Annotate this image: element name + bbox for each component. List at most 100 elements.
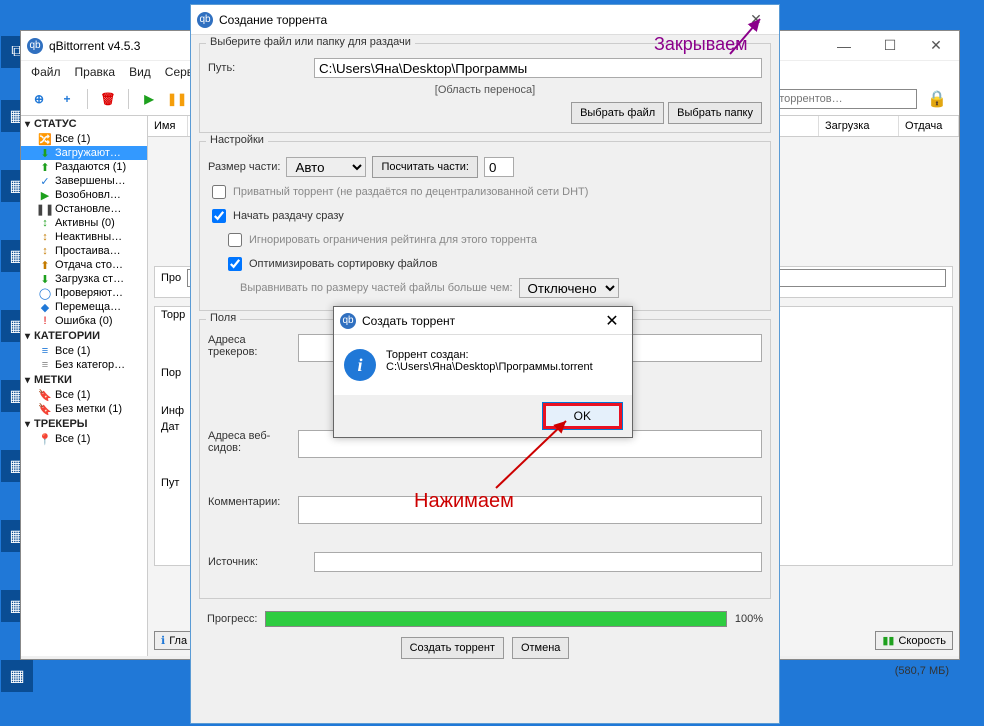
search-input[interactable] xyxy=(765,89,917,109)
sidebar-status-item[interactable]: ◆Перемеща… xyxy=(21,300,147,314)
col-upload[interactable]: Отдача xyxy=(899,116,959,136)
sidebar-status-item[interactable]: ❚❚ Остановле… xyxy=(21,202,147,216)
label-dat: Дат xyxy=(161,421,179,433)
sidebar-category-item[interactable]: ≡Без категор… xyxy=(21,358,147,372)
sidebar-section-categories[interactable]: ▾КАТЕГОРИИ xyxy=(21,328,147,344)
pause-button[interactable]: ❚❚ xyxy=(165,87,189,111)
sidebar-status-icon: ⬆ xyxy=(39,161,51,173)
sidebar-status-label: Возобновл… xyxy=(55,189,121,201)
general-tab-button[interactable]: ℹГла xyxy=(154,631,194,650)
sidebar-status-item[interactable]: ↕Активны (0) xyxy=(21,216,147,230)
sidebar-status-label: Загружают… xyxy=(55,147,121,159)
annotation-arrow-press xyxy=(496,418,576,488)
progress-bar xyxy=(265,611,726,627)
cancel-button[interactable]: Отмена xyxy=(512,637,569,659)
resume-button[interactable]: ▶ xyxy=(137,87,161,111)
delete-button[interactable]: 🗑 xyxy=(96,87,120,111)
chk-private[interactable] xyxy=(212,185,226,199)
chk-ignore[interactable] xyxy=(228,233,242,247)
select-file-button[interactable]: Выбрать файл xyxy=(571,102,664,124)
sidebar-section-trackers[interactable]: ▾ТРЕКЕРЫ xyxy=(21,416,147,432)
sidebar-status-label: Загрузка ст… xyxy=(55,273,124,285)
sidebar-status-label: Отдача сто… xyxy=(55,259,123,271)
source-input[interactable] xyxy=(314,552,762,572)
sidebar-status-icon: ↕ xyxy=(39,245,51,257)
sidebar-status-label: Все (1) xyxy=(55,133,90,145)
create-torrent-button[interactable]: Создать торрент xyxy=(401,637,504,659)
sidebar-status-icon: ❚❚ xyxy=(39,203,51,215)
sidebar-status-item[interactable]: ✓ Завершены… xyxy=(21,174,147,188)
sidebar-status-label: Раздаются (1) xyxy=(55,161,126,173)
sidebar-status-icon: 🔀 xyxy=(39,133,51,145)
label-por: Пор xyxy=(161,367,181,379)
sidebar-category-label: Все (1) xyxy=(55,345,90,357)
calc-pieces-button[interactable]: Посчитать части: xyxy=(372,156,477,178)
lock-icon[interactable]: 🔒 xyxy=(927,89,947,109)
sidebar-category-item[interactable]: ≡Все (1) xyxy=(21,344,147,358)
sidebar-tag-item[interactable]: 🔖Все (1) xyxy=(21,388,147,402)
create-titlebar: qb Создание торрента ✕ xyxy=(191,5,779,35)
sidebar-status-item[interactable]: ◯Проверяют… xyxy=(21,286,147,300)
label-inf: Инф xyxy=(161,405,184,417)
chk-seed[interactable] xyxy=(212,209,226,223)
menu-view[interactable]: Вид xyxy=(129,65,151,79)
close-button[interactable]: ✕ xyxy=(913,31,959,61)
drop-zone[interactable]: [Область переноса] xyxy=(208,84,762,96)
sidebar-status-item[interactable]: ⬇ Загружают… xyxy=(21,146,147,160)
sidebar-status-item[interactable]: ▶ Возобновл… xyxy=(21,188,147,202)
sidebar-tag-item[interactable]: 🔖Без метки (1) xyxy=(21,402,147,416)
desktop-icon[interactable]: ▦ xyxy=(0,660,42,694)
col-download[interactable]: Загрузка xyxy=(819,116,899,136)
toolbar-separator xyxy=(87,89,88,109)
info-dialog: qb Создать торрент ✕ i Торрент создан: C… xyxy=(333,306,633,438)
sidebar-status-label: Завершены… xyxy=(55,175,126,187)
menu-edit[interactable]: Правка xyxy=(75,65,116,79)
sidebar-tag-icon: 🔖 xyxy=(39,389,51,401)
path-input[interactable] xyxy=(314,58,762,78)
pieces-count[interactable] xyxy=(484,157,514,177)
sidebar-status-item[interactable]: ⬇Загрузка ст… xyxy=(21,272,147,286)
sidebar-status-item[interactable]: ↕ Простаива… xyxy=(21,244,147,258)
group-select: Выберите файл или папку для раздачи Путь… xyxy=(199,43,771,133)
speed-tab-button[interactable]: ▮▮Скорость xyxy=(875,631,953,650)
path-label: Путь: xyxy=(208,62,308,74)
sidebar-status-item[interactable]: !Ошибка (0) xyxy=(21,314,147,328)
sidebar-status-icon: ▶ xyxy=(39,189,51,201)
sidebar-status-item[interactable]: ↕Неактивны… xyxy=(21,230,147,244)
menu-tools[interactable]: Серв xyxy=(165,65,193,79)
add-torrent-button[interactable]: + xyxy=(55,87,79,111)
chk-optimize[interactable] xyxy=(228,257,242,271)
sidebar-status-label: Активны (0) xyxy=(55,217,115,229)
sidebar-status-icon: ⬇ xyxy=(39,147,51,159)
menu-file[interactable]: Файл xyxy=(31,65,61,79)
sidebar-tag-icon: 🔖 xyxy=(39,403,51,415)
sidebar-tracker-icon: 📍 xyxy=(39,433,51,445)
maximize-button[interactable]: ☐ xyxy=(867,31,913,61)
sidebar-category-icon: ≡ xyxy=(39,359,51,371)
sidebar-section-status[interactable]: ▾СТАТУС xyxy=(21,116,147,132)
sidebar-status-label: Простаива… xyxy=(55,245,121,257)
add-link-button[interactable]: ⊕ xyxy=(27,87,51,111)
sidebar-status-item[interactable]: ⬆Отдача сто… xyxy=(21,258,147,272)
sidebar-status-icon: ✓ xyxy=(39,175,51,187)
label-torr: Торр xyxy=(161,309,185,321)
sidebar-status-item[interactable]: ⬆ Раздаются (1) xyxy=(21,160,147,174)
sidebar-status-label: Остановле… xyxy=(55,203,121,215)
dialog-close-button[interactable]: ✕ xyxy=(592,307,632,335)
comments-input[interactable] xyxy=(298,496,762,524)
align-label: Выравнивать по размеру частей файлы боль… xyxy=(240,282,513,294)
select-folder-button[interactable]: Выбрать папку xyxy=(668,102,762,124)
create-title: Создание торрента xyxy=(219,13,733,27)
piece-select[interactable]: Авто xyxy=(286,157,366,177)
sidebar-status-label: Перемеща… xyxy=(55,301,121,313)
sidebar-tracker-item[interactable]: 📍Все (1) xyxy=(21,432,147,446)
progress-label: Прогресс: xyxy=(207,613,257,625)
align-select[interactable]: Отключено xyxy=(519,278,619,298)
col-name[interactable]: Имя xyxy=(148,116,188,136)
minimize-button[interactable]: — xyxy=(821,31,867,61)
toolbar-separator xyxy=(128,89,129,109)
annotation-press: Нажимаем xyxy=(414,490,514,513)
sidebar-section-tags[interactable]: ▾МЕТКИ xyxy=(21,372,147,388)
sidebar-status-item[interactable]: 🔀 Все (1) xyxy=(21,132,147,146)
sidebar-status-icon: ◯ xyxy=(39,287,51,299)
